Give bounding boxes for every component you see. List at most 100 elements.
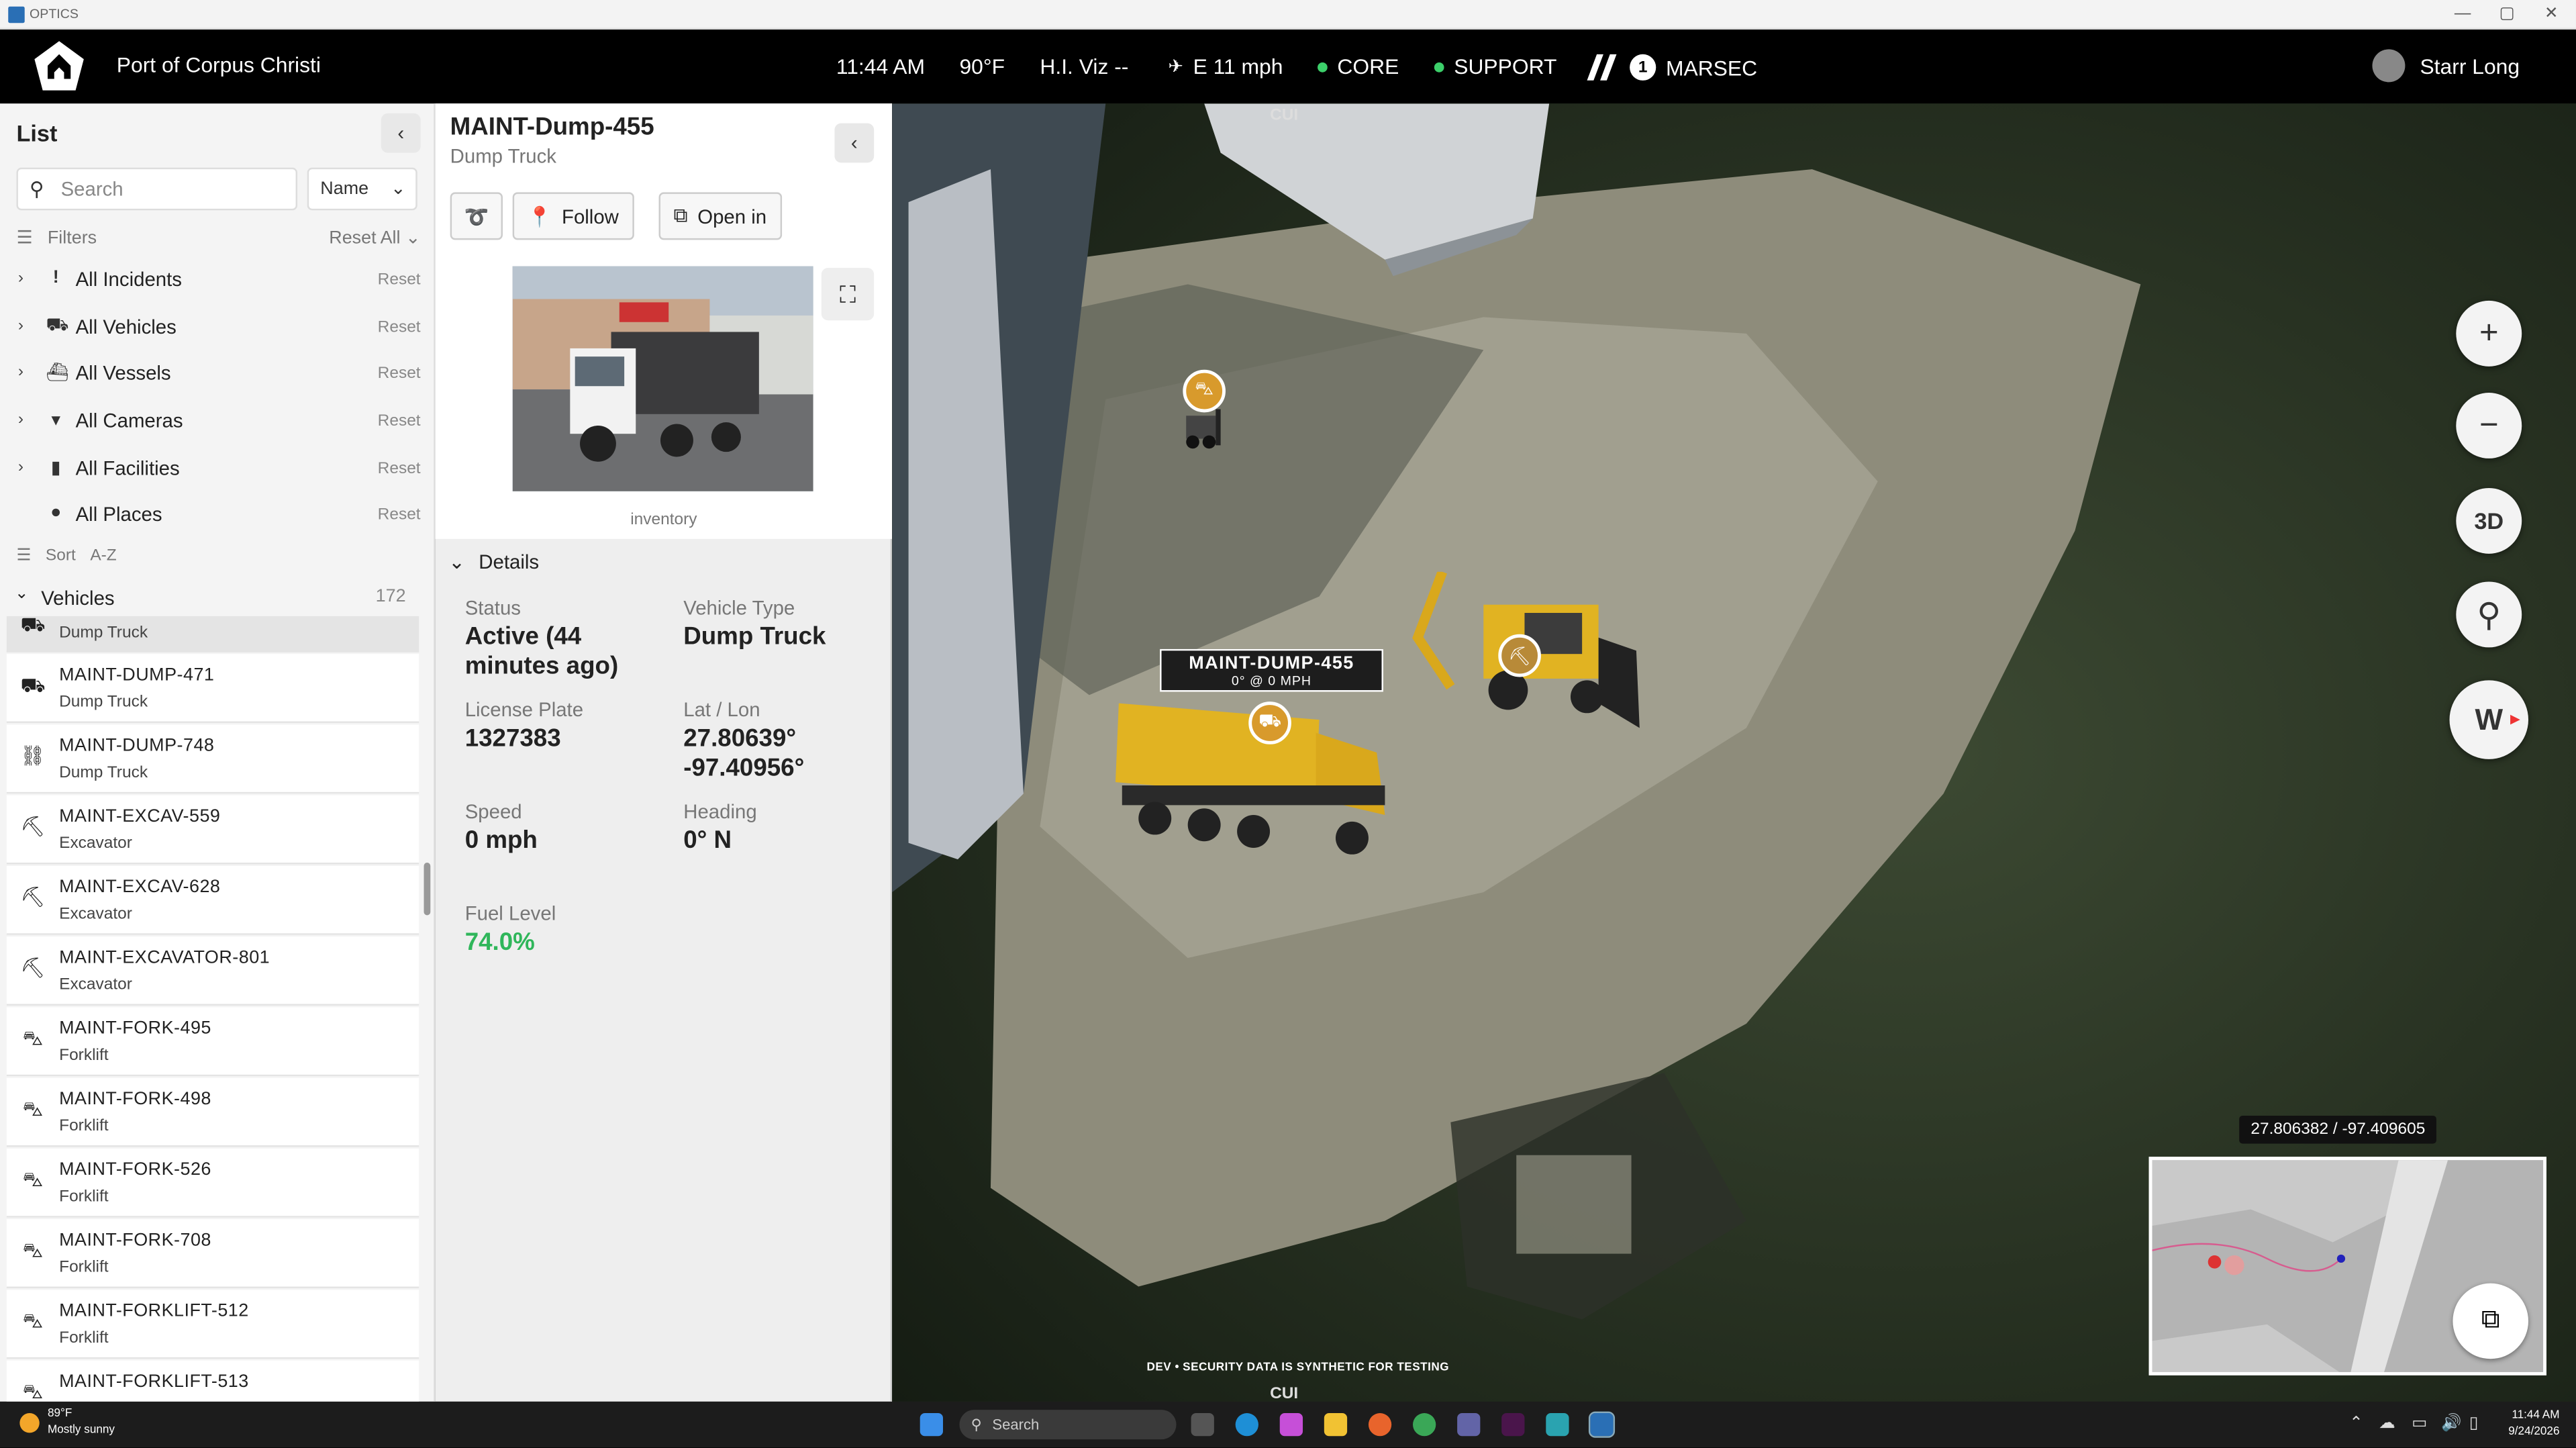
follow-label: Follow <box>561 204 619 228</box>
excavator-pin-icon[interactable]: ⛏ <box>1498 634 1541 677</box>
sort-control[interactable]: ☰ Sort A-Z <box>16 547 116 565</box>
window-titlebar: OPTICS — ▢ ✕ <box>0 0 2576 30</box>
list-item[interactable]: ⛍ MAINT-FORK-526 Forklift <box>6 1148 419 1218</box>
list-item[interactable]: ⛍ MAINT-FORK-495 Forklift <box>6 1007 419 1077</box>
forklift-icon: ⛍ <box>22 1168 44 1192</box>
compass-button[interactable]: W <box>2449 680 2529 759</box>
reset-all-button[interactable]: Reset All ⌄ <box>329 227 420 248</box>
tray-app-icon[interactable]: ☁ <box>2379 1414 2395 1433</box>
filter-all-places[interactable]: ● All Places Reset <box>0 491 434 538</box>
sort-field-select[interactable]: Name ⌄ <box>307 167 417 211</box>
filter-reset-button[interactable]: Reset <box>378 365 421 383</box>
follow-button[interactable]: 📍 Follow <box>512 192 634 240</box>
search-input[interactable]: ⚲ Search <box>16 167 298 211</box>
app-icon[interactable] <box>1546 1413 1569 1437</box>
task-view-icon[interactable] <box>1191 1413 1214 1437</box>
details-section-header[interactable]: ⌄ Details <box>448 550 539 573</box>
teams-icon[interactable] <box>1457 1413 1481 1437</box>
vehicles-group-header[interactable]: ⌄ Vehicles 172 <box>0 583 434 613</box>
support-label: SUPPORT <box>1454 54 1557 79</box>
windows-start-icon[interactable] <box>920 1413 943 1437</box>
open-in-button[interactable]: ⧉ Open in <box>658 192 782 240</box>
optics-taskbar-icon[interactable] <box>1588 1411 1616 1438</box>
list-item[interactable]: ⛍ MAINT-FORKLIFT-512 Forklift <box>6 1290 419 1359</box>
map-view[interactable]: CUI CUI MAINT-DUMP-455 0° @ 0 MPH ⛟ ⛍ ⛏ <box>892 103 2576 1402</box>
filter-all-vehicles[interactable]: › ⛟ All Vehicles Reset <box>0 304 434 350</box>
list-scrollbar[interactable] <box>424 863 431 916</box>
filter-reset-button[interactable]: Reset <box>378 506 421 524</box>
port-name[interactable]: Port of Corpus Christi <box>117 52 321 77</box>
picture-in-picture-button[interactable]: ⧉ <box>2453 1283 2529 1359</box>
filter-reset-button[interactable]: Reset <box>378 319 421 337</box>
group-label: Vehicles <box>41 586 115 610</box>
filter-all-vessels[interactable]: › ⛴ All Vessels Reset <box>0 350 434 396</box>
copilot-icon[interactable] <box>1279 1413 1303 1437</box>
vehicle-type: Dump Truck <box>59 693 148 712</box>
filter-all-cameras[interactable]: › ▾ All Cameras Reset <box>0 397 434 444</box>
user-avatar[interactable] <box>2372 49 2406 83</box>
list-item[interactable]: ⛏ MAINT-EXCAV-559 Excavator <box>6 795 419 865</box>
forklift-model-icon[interactable] <box>1179 409 1228 452</box>
network-icon[interactable]: ▭ <box>2412 1414 2427 1433</box>
collapse-list-button[interactable]: ‹ <box>381 113 421 153</box>
filter-reset-button[interactable]: Reset <box>378 460 421 478</box>
taskbar-weather[interactable]: 89°F Mostly sunny <box>19 1406 115 1439</box>
chrome-icon[interactable] <box>1413 1413 1436 1437</box>
fullscreen-button[interactable]: ⛶ <box>821 267 875 321</box>
map-search-button[interactable]: ⚲ <box>2456 581 2522 648</box>
list-item[interactable]: ⛍ MAINT-FORK-498 Forklift <box>6 1077 419 1147</box>
list-item[interactable]: ⛏ MAINT-EXCAV-628 Excavator <box>6 865 419 935</box>
core-status[interactable]: CORE <box>1318 54 1399 79</box>
port-logo-icon[interactable] <box>33 40 85 92</box>
edge-icon[interactable] <box>1235 1413 1258 1437</box>
vehicle-type-value: Dump Truck <box>683 622 826 651</box>
truck-pin-icon[interactable]: ⛟ <box>1248 702 1291 744</box>
forklift-pin-icon[interactable]: ⛍ <box>1183 369 1226 413</box>
detail-header: MAINT-Dump-455 Dump Truck ‹ ➰ 📍 Follow ⧉… <box>435 103 893 539</box>
minimize-button[interactable]: — <box>2438 0 2487 30</box>
maximize-button[interactable]: ▢ <box>2482 0 2531 30</box>
selected-vehicle-label[interactable]: MAINT-DUMP-455 0° @ 0 MPH <box>1160 648 1383 692</box>
file-explorer-icon[interactable] <box>1324 1413 1348 1437</box>
view-3d-button[interactable]: 3D <box>2456 487 2522 554</box>
firefox-icon[interactable] <box>1368 1413 1392 1437</box>
longitude-value: -97.40956° <box>683 754 805 783</box>
view-3d-label: 3D <box>2474 508 2504 534</box>
sort-lines-icon: ☰ <box>16 547 32 566</box>
battery-icon[interactable]: ▯ <box>2469 1414 2479 1433</box>
list-item[interactable]: ⛍ MAINT-FORKLIFT-513 <box>6 1360 419 1402</box>
excavator-icon: ⛏ <box>20 885 46 909</box>
chevron-down-icon: ⌄ <box>405 228 421 248</box>
search-icon: ⚲ <box>30 177 44 201</box>
taskbar-clock[interactable]: 11:44 AM 9/24/2026 <box>2491 1408 2559 1441</box>
filter-all-incidents[interactable]: › ! All Incidents Reset <box>0 256 434 303</box>
list-item[interactable]: ⛟ Dump Truck <box>6 613 419 653</box>
list-item[interactable]: ⛓ MAINT-DUMP-748 Dump Truck <box>6 724 419 794</box>
vehicle-name: MAINT-FORKLIFT-513 <box>59 1371 249 1392</box>
support-status[interactable]: SUPPORT <box>1434 54 1557 79</box>
speed-label: Speed <box>464 800 522 824</box>
list-item[interactable]: ⛏ MAINT-EXCAVATOR-801 Excavator <box>6 936 419 1006</box>
zoom-out-button[interactable]: − <box>2456 393 2522 458</box>
taskbar-search[interactable]: ⚲ Search <box>959 1410 1177 1440</box>
window-title: OPTICS <box>30 6 79 21</box>
filter-all-facilities[interactable]: › ▮ All Facilities Reset <box>0 445 434 491</box>
search-icon: ⚲ <box>2477 597 2501 634</box>
slack-icon[interactable] <box>1501 1413 1525 1437</box>
vehicle-name: MAINT-DUMP-471 <box>59 665 215 685</box>
close-button[interactable]: ✕ <box>2527 0 2576 30</box>
collapse-detail-button[interactable]: ‹ <box>834 123 875 163</box>
track-history-button[interactable]: ➰ <box>450 192 503 240</box>
list-item[interactable]: ⛟ MAINT-DUMP-471 Dump Truck <box>6 654 419 723</box>
volume-icon[interactable]: 🔊 <box>2441 1414 2461 1433</box>
tray-chevron-icon[interactable]: ⌃ <box>2349 1414 2363 1433</box>
list-item[interactable]: ⛍ MAINT-FORK-708 Forklift <box>6 1219 419 1288</box>
user-name[interactable]: Starr Long <box>2420 54 2520 79</box>
filter-reset-button[interactable]: Reset <box>378 271 421 289</box>
chevron-left-icon: ‹ <box>397 122 405 145</box>
marsec-status[interactable]: 1 MARSEC <box>1587 54 1757 81</box>
filter-reset-button[interactable]: Reset <box>378 412 421 430</box>
header-time: 11:44 AM <box>836 54 925 79</box>
zoom-in-button[interactable]: + <box>2456 300 2522 367</box>
minimap[interactable]: ⧉ <box>2148 1157 2546 1375</box>
